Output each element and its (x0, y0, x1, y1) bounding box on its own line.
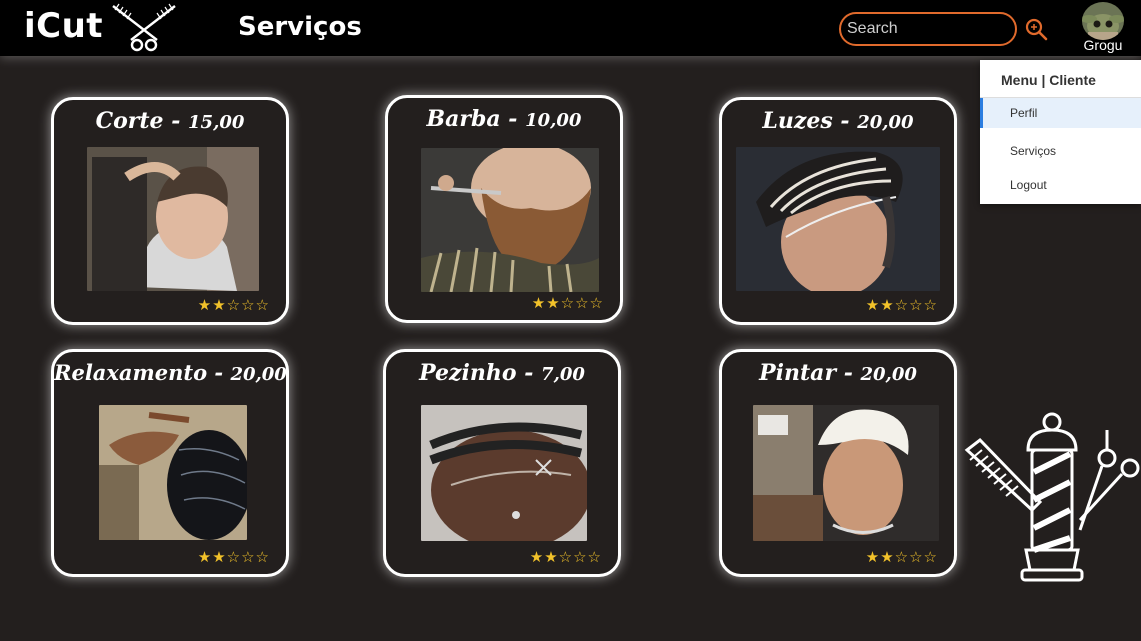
user-dropdown-menu: Menu | Cliente Perfil Serviços Logout (980, 60, 1141, 204)
rating-stars: ★★☆☆☆ (866, 296, 938, 314)
service-title: Pintar - 20,00 (759, 360, 917, 386)
page-title: Serviços (238, 12, 362, 42)
star-filled-icon: ★★ (197, 548, 227, 566)
star-empty-icon: ☆☆☆ (226, 296, 270, 314)
service-image (421, 405, 587, 541)
service-card-relaxamento[interactable]: Relaxamento - 20,00 ★★☆☆☆ (51, 349, 289, 577)
user-name[interactable]: Grogu (1078, 37, 1128, 53)
star-empty-icon: ☆☆☆ (226, 548, 270, 566)
search-icon[interactable] (1023, 16, 1049, 42)
menu-item-perfil[interactable]: Perfil (980, 98, 1141, 128)
service-price: 20,00 (860, 364, 917, 385)
rating-stars: ★★☆☆☆ (532, 294, 604, 312)
menu-header: Menu | Cliente (1001, 72, 1096, 88)
service-image (736, 147, 940, 291)
service-title: Relaxamento - 20,00 (54, 360, 287, 385)
rating-stars: ★★☆☆☆ (198, 296, 270, 314)
star-filled-icon: ★★ (529, 548, 559, 566)
service-image (87, 147, 259, 291)
menu-item-logout[interactable]: Logout (980, 170, 1141, 200)
service-title: Pezinho - 7,00 (419, 360, 585, 386)
service-price: 20,00 (230, 364, 287, 385)
service-name: Pezinho (419, 360, 517, 386)
service-card-barba[interactable]: Barba - 10,00 ★★☆☆☆ (385, 95, 623, 323)
service-title: Luzes - 20,00 (762, 108, 914, 134)
service-price: 10,00 (525, 110, 582, 131)
rating-stars: ★★☆☆☆ (530, 548, 602, 566)
service-name: Barba (426, 106, 501, 132)
scissors-comb-icon (112, 3, 176, 52)
service-title: Corte - 15,00 (95, 108, 245, 134)
star-empty-icon: ☆☆☆ (894, 296, 938, 314)
service-card-pezinho[interactable]: Pezinho - 7,00 ★★☆☆☆ (383, 349, 621, 577)
star-empty-icon: ☆☆☆ (558, 548, 602, 566)
service-name: Relaxamento (54, 360, 208, 385)
service-name: Corte (95, 108, 164, 134)
service-price: 20,00 (857, 112, 914, 133)
barber-pole-decoration-icon (964, 412, 1140, 582)
rating-stars: ★★☆☆☆ (198, 548, 270, 566)
star-filled-icon: ★★ (197, 296, 227, 314)
service-image (753, 405, 939, 541)
brand-logo-text[interactable]: iCut (24, 6, 103, 46)
star-filled-icon: ★★ (531, 294, 561, 312)
service-name: Luzes (762, 108, 833, 134)
service-name: Pintar (759, 360, 837, 386)
service-title: Barba - 10,00 (426, 106, 582, 132)
menu-item-servicos[interactable]: Serviços (980, 136, 1141, 166)
search-input[interactable] (839, 12, 1017, 46)
avatar[interactable] (1082, 2, 1124, 40)
star-filled-icon: ★★ (865, 296, 895, 314)
service-image (421, 148, 599, 292)
service-image (99, 405, 247, 540)
rating-stars: ★★☆☆☆ (866, 548, 938, 566)
service-price: 7,00 (541, 364, 585, 385)
top-bar: iCut Serviços Grog (0, 0, 1141, 56)
service-card-luzes[interactable]: Luzes - 20,00 ★★☆☆☆ (719, 97, 957, 325)
service-card-pintar[interactable]: Pintar - 20,00 ★★☆☆☆ (719, 349, 957, 577)
service-price: 15,00 (188, 112, 245, 133)
service-card-corte[interactable]: Corte - 15,00 ★★☆☆☆ (51, 97, 289, 325)
star-empty-icon: ☆☆☆ (894, 548, 938, 566)
star-empty-icon: ☆☆☆ (560, 294, 604, 312)
star-filled-icon: ★★ (865, 548, 895, 566)
